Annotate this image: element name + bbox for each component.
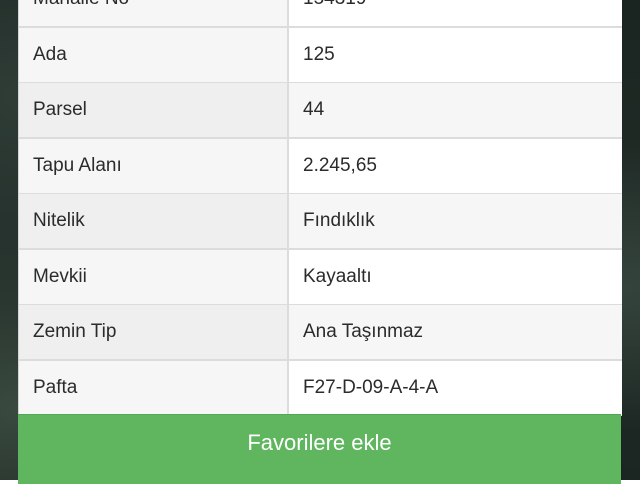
row-value: 125 [289,27,622,82]
table-row-pafta: Pafta F27-D-09-A-4-A [19,360,622,415]
parcel-info-table: Mahalle No 154319 Ada 125 Parsel 44 Tapu… [18,0,622,416]
add-to-favorites-button[interactable]: Favorilere ekle [18,414,621,484]
table-row-mahalle-no: Mahalle No 154319 [19,0,622,26]
row-label: Mahalle No [19,0,289,26]
row-label: Mevkii [19,249,289,304]
row-value: 44 [289,83,622,137]
table-row-tapu-alani: Tapu Alanı 2.245,65 [19,138,622,193]
table-row-parsel: Parsel 44 [19,83,622,137]
row-label: Tapu Alanı [19,138,289,193]
row-label: Pafta [19,360,289,415]
row-value: Kayaaltı [289,249,622,304]
row-label: Zemin Tip [19,305,289,359]
table-row-mevkii: Mevkii Kayaaltı [19,249,622,304]
row-value: 154319 [289,0,622,26]
row-value: Fındıklık [289,194,622,248]
table-row-nitelik: Nitelik Fındıklık [19,194,622,248]
row-value: Ana Taşınmaz [289,305,622,359]
table-row-ada: Ada 125 [19,27,622,82]
row-label: Ada [19,27,289,82]
row-label: Nitelik [19,194,289,248]
row-value: F27-D-09-A-4-A [289,360,622,415]
row-value: 2.245,65 [289,138,622,193]
table-row-zemin-tip: Zemin Tip Ana Taşınmaz [19,305,622,359]
row-label: Parsel [19,83,289,137]
